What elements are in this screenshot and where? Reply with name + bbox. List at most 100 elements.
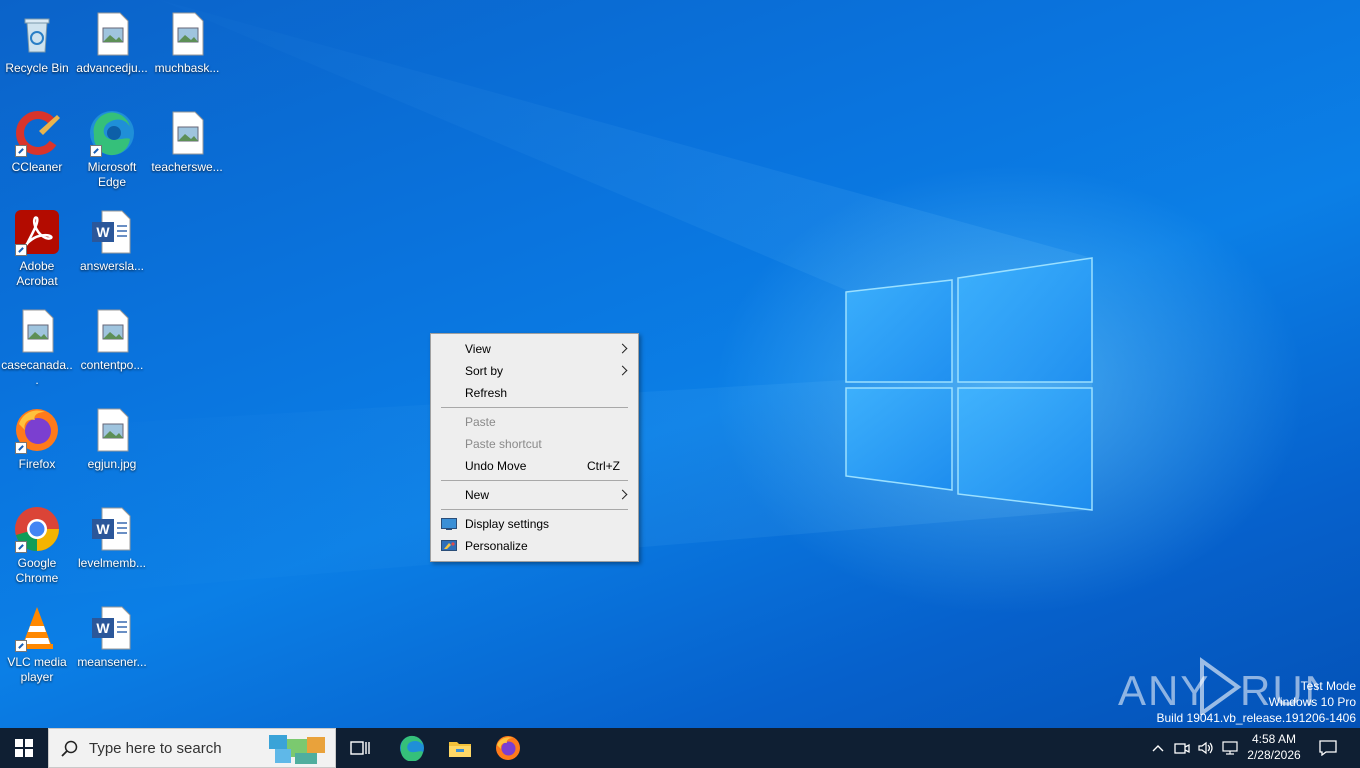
taskbar-search-box[interactable]: Type here to search (48, 728, 336, 768)
show-hidden-icons-button[interactable] (1148, 728, 1168, 768)
desktop-icon-recycle-bin[interactable]: Recycle Bin (0, 6, 74, 98)
menu-item-label: New (465, 488, 490, 502)
image-file-icon (88, 307, 136, 355)
menu-item-display-settings[interactable]: Display settings (431, 513, 638, 535)
taskbar-clock[interactable]: 4:58 AM 2/28/2026 (1242, 731, 1306, 763)
image-file-icon (88, 406, 136, 454)
menu-item-new[interactable]: New (431, 484, 638, 506)
submenu-arrow-icon (617, 365, 628, 376)
file-explorer-icon (449, 742, 471, 757)
image-file-icon (13, 307, 61, 355)
svg-text:W: W (96, 521, 110, 537)
menu-item-shortcut: Ctrl+Z (587, 459, 620, 473)
chevron-up-icon (1152, 745, 1164, 752)
vlc-icon (13, 604, 61, 652)
ccleaner-icon (13, 109, 61, 157)
desktop-icon-label: levelmemb... (77, 556, 147, 570)
menu-separator (441, 407, 628, 408)
notification-icon (1319, 740, 1337, 756)
submenu-arrow-icon (617, 489, 628, 500)
task-view-icon (350, 741, 370, 755)
desktop-icon-chrome[interactable]: Google Chrome (0, 501, 74, 593)
desktop-icon-label: advancedju... (76, 61, 148, 75)
desktop-icon-label: Microsoft Edge (87, 160, 137, 189)
desktop-icon-casecanada[interactable]: casecanada... (0, 303, 74, 395)
menu-item-paste-shortcut: Paste shortcut (431, 433, 638, 455)
menu-item-label: Sort by (465, 364, 504, 378)
image-file-icon (163, 10, 211, 58)
shortcut-arrow-icon (90, 145, 102, 157)
word-doc-icon: W (88, 604, 136, 652)
desktop-icon-label: teacherswe... (151, 160, 223, 174)
menu-item-label: Paste (465, 415, 496, 429)
taskbar-edge-button[interactable] (392, 728, 432, 768)
desktop-icon-firefox[interactable]: Firefox (0, 402, 74, 494)
menu-item-label: Display settings (465, 517, 550, 531)
desktop-icon-acrobat[interactable]: Adobe Acrobat (0, 204, 74, 296)
desktop-icon-egjun[interactable]: egjun.jpg (75, 402, 149, 494)
submenu-arrow-icon (617, 343, 628, 354)
desktop-icon-muchbask[interactable]: muchbask... (150, 6, 224, 98)
search-icon (61, 740, 78, 757)
desktop-icon-label: VLC media player (7, 655, 67, 684)
network-icon (1222, 741, 1238, 755)
menu-separator (441, 509, 628, 510)
start-button[interactable] (0, 728, 48, 768)
desktop-icon-label: answersla... (79, 259, 145, 273)
build-label: Build 19041.vb_release.191206-1406 (1156, 711, 1357, 725)
menu-item-sort-by[interactable]: Sort by (431, 360, 638, 382)
firefox-icon (496, 736, 520, 760)
shortcut-arrow-icon (15, 244, 27, 256)
firefox-icon (13, 406, 61, 454)
menu-item-label: Undo Move (465, 459, 527, 473)
image-file-icon (88, 10, 136, 58)
test-mode-label: Test Mode (1300, 679, 1356, 693)
task-view-button[interactable] (342, 728, 378, 768)
tray-volume-button[interactable] (1196, 728, 1216, 768)
tray-meet-now-button[interactable] (1172, 728, 1192, 768)
volume-icon (1198, 741, 1213, 755)
word-doc-icon: W (88, 208, 136, 256)
desktop-icon-label: egjun.jpg (87, 457, 137, 471)
search-highlight-puzzle-icon (269, 735, 325, 764)
shortcut-arrow-icon (15, 640, 27, 652)
taskbar-firefox-button[interactable] (488, 728, 528, 768)
desktop-icon-levelmemb[interactable]: W levelmemb... (75, 501, 149, 593)
menu-item-label: Paste shortcut (465, 437, 542, 451)
desktop-icon-edge[interactable]: Microsoft Edge (75, 105, 149, 197)
desktop-icon-label: meansener... (77, 655, 147, 669)
tray-network-button[interactable] (1220, 728, 1240, 768)
clock-date: 2/28/2026 (1247, 748, 1301, 762)
svg-text:W: W (96, 620, 110, 636)
desktop-icon-meansener[interactable]: W meansener... (75, 600, 149, 692)
menu-item-paste: Paste (431, 411, 638, 433)
recycle-bin-icon (13, 10, 61, 58)
desktop-icon-vlc[interactable]: VLC media player (0, 600, 74, 692)
word-doc-icon: W (88, 505, 136, 553)
svg-text:W: W (96, 224, 110, 240)
desktop-icon-teacherswe[interactable]: teacherswe... (150, 105, 224, 197)
desktop-icon-contentpo[interactable]: contentpo... (75, 303, 149, 395)
menu-item-label: Personalize (465, 539, 528, 553)
desktop-context-menu: View Sort by Refresh Paste Paste shortcu… (430, 333, 639, 562)
desktop-icon-label: Firefox (18, 457, 56, 471)
edge-icon (400, 735, 424, 761)
windows-edition-label: Windows 10 Pro (1268, 695, 1356, 709)
desktop-icon-label: muchbask... (154, 61, 220, 75)
desktop-icon-ccleaner[interactable]: CCleaner (0, 105, 74, 197)
camera-icon (1174, 743, 1190, 754)
image-file-icon (163, 109, 211, 157)
edge-icon (88, 109, 136, 157)
menu-item-personalize[interactable]: Personalize (431, 535, 638, 557)
action-center-button[interactable] (1312, 728, 1344, 768)
menu-item-undo-move[interactable]: Undo Move Ctrl+Z (431, 455, 638, 477)
desktop-icon-advancedju[interactable]: advancedju... (75, 6, 149, 98)
taskbar-file-explorer-button[interactable] (440, 728, 480, 768)
windows-start-icon (15, 739, 33, 757)
menu-item-view[interactable]: View (431, 338, 638, 360)
chrome-icon (13, 505, 61, 553)
menu-item-refresh[interactable]: Refresh (431, 382, 638, 404)
desktop-icon-answersla[interactable]: W answersla... (75, 204, 149, 296)
shortcut-arrow-icon (15, 541, 27, 553)
personalize-icon (441, 540, 457, 551)
